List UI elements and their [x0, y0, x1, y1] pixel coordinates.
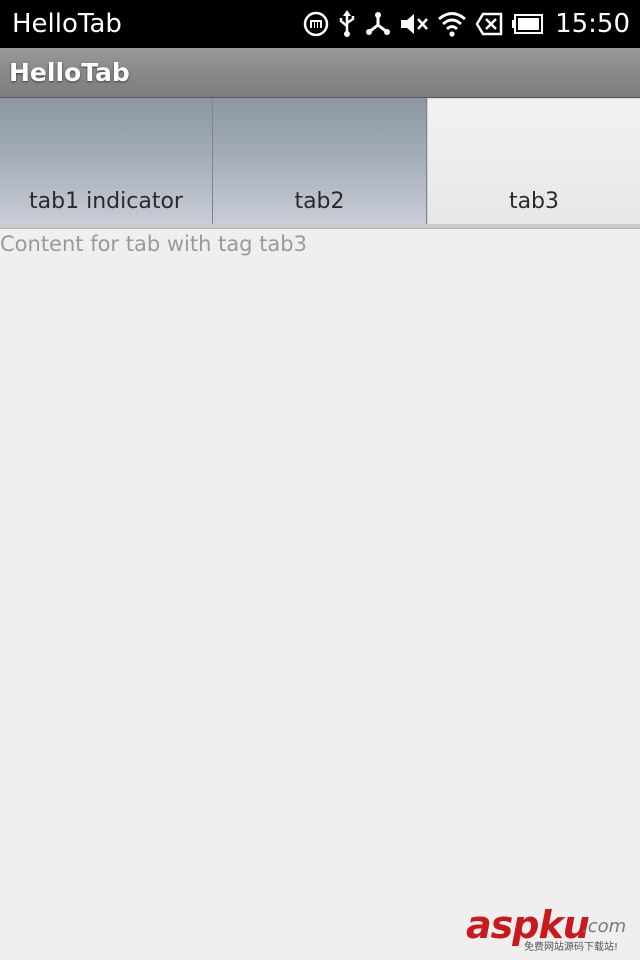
- tab-label: tab1 indicator: [29, 189, 183, 214]
- tab-widget: tab1 indicator tab2 tab3: [0, 98, 640, 224]
- watermark-logo: aspku .com 免费网站源码下载站!: [464, 904, 634, 954]
- app-title: HelloTab: [9, 58, 130, 87]
- tab-label: tab2: [294, 189, 345, 214]
- watermark-tagline: 免费网站源码下载站!: [524, 942, 619, 953]
- title-bar: HelloTab: [0, 48, 640, 98]
- tab-label: tab3: [508, 189, 560, 214]
- tab-strip-divider: [0, 224, 640, 229]
- status-bar: HelloTab 15:50: [0, 0, 640, 48]
- tab-tab2[interactable]: tab2: [213, 98, 427, 224]
- m-notification-icon: [303, 11, 329, 37]
- status-time: 15:50: [555, 9, 630, 39]
- status-app-name: HelloTab: [12, 9, 122, 39]
- watermark-brand: aspku: [466, 903, 590, 947]
- wifi-icon: [437, 10, 467, 38]
- status-icons: 15:50: [303, 8, 630, 40]
- mute-icon: [399, 11, 429, 37]
- watermark-domain: .com: [582, 916, 627, 937]
- tab-tab1[interactable]: tab1 indicator: [0, 98, 213, 224]
- no-signal-icon: [475, 12, 503, 36]
- share-icon: [365, 11, 391, 37]
- battery-icon: [511, 13, 544, 35]
- usb-icon: [337, 10, 357, 38]
- tab-tab3[interactable]: tab3: [427, 98, 640, 224]
- tab-content-text: Content for tab with tag tab3: [0, 232, 307, 256]
